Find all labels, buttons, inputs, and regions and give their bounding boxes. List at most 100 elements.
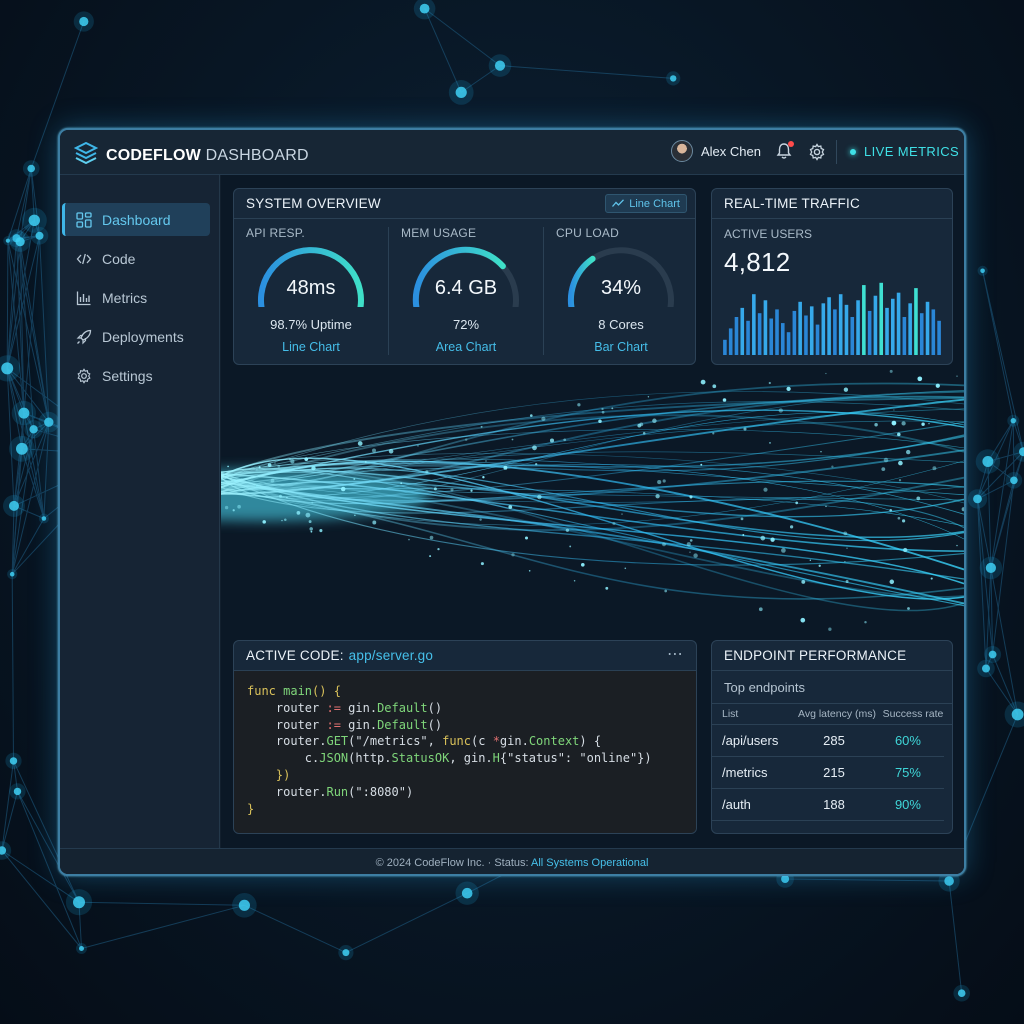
footer-text: © 2024 CodeFlow Inc. · Status:	[375, 857, 529, 869]
traffic-bar	[862, 285, 866, 355]
code-icon	[76, 253, 92, 264]
traffic-bar	[925, 301, 930, 355]
endpoint-success-rate: 90%	[894, 797, 921, 812]
traffic-bar	[827, 297, 831, 355]
traffic-bar	[780, 323, 785, 355]
metric-label: API RESP.	[246, 226, 305, 240]
brand-light: DASHBOARD	[205, 146, 309, 164]
endpoint-path: /auth	[722, 797, 751, 812]
user-name: Alex Chen	[701, 143, 761, 159]
metric-subtext: 8 Cores	[598, 317, 644, 332]
table-row[interactable]: /api/users 285 60%	[712, 725, 944, 757]
metric-chart-link[interactable]: Line Chart	[234, 340, 388, 354]
code-title-prefix: ACTIVE CODE:	[246, 648, 344, 663]
sidebar-item-label: Deployments	[102, 328, 184, 345]
column-header[interactable]: List	[712, 708, 798, 720]
user-menu[interactable]: Alex Chen	[671, 140, 761, 162]
metric-chart-link[interactable]: Bar Chart	[544, 340, 695, 354]
data-flow-visualization	[221, 369, 964, 631]
sidebar: Dashboard Code Metrics Deployments Setti…	[60, 175, 220, 848]
traffic-bar	[809, 306, 814, 355]
footer: © 2024 CodeFlow Inc. · Status: All Syste…	[60, 848, 964, 874]
sidebar-item-label: Dashboard	[102, 211, 171, 228]
traffic-bar	[763, 300, 768, 355]
active-users-label: ACTIVE USERS	[724, 227, 813, 241]
traffic-bar	[879, 282, 884, 355]
traffic-bar	[896, 292, 901, 355]
metric-label: CPU LOAD	[556, 226, 619, 240]
traffic-bar	[850, 317, 855, 355]
notification-dot	[788, 141, 794, 147]
live-metrics-indicator[interactable]: LIVE METRICS	[850, 144, 959, 159]
traffic-bar	[746, 320, 750, 355]
table-row[interactable]: /auth 188 90%	[712, 789, 944, 821]
panel-title: ACTIVE CODE: app/server.go	[234, 641, 696, 671]
table-row[interactable]: /metrics 215 75%	[712, 757, 944, 789]
code-file-name[interactable]: app/server.go	[349, 648, 433, 663]
column-header[interactable]: Success rate	[876, 708, 950, 720]
sidebar-item-metrics[interactable]: Metrics	[62, 281, 210, 314]
traffic-bar	[902, 317, 907, 355]
more-options-icon[interactable]: ⋯	[667, 644, 684, 664]
real-time-traffic-panel: REAL-TIME TRAFFIC ACTIVE USERS 4,812	[711, 188, 953, 365]
system-overview-panel: SYSTEM OVERVIEW Line Chart API RESP. 48m…	[233, 188, 696, 365]
sidebar-item-label: Settings	[102, 367, 153, 384]
bell-icon[interactable]	[775, 141, 794, 165]
metric-subtext: 98.7% Uptime	[270, 317, 352, 332]
traffic-bar	[908, 303, 912, 355]
traffic-bar	[752, 294, 756, 355]
metric-chart-link[interactable]: Area Chart	[389, 340, 543, 354]
gear-icon[interactable]	[808, 143, 826, 166]
sidebar-item-label: Code	[102, 250, 136, 267]
system-status[interactable]: All Systems Operational	[531, 857, 648, 869]
column-header[interactable]: Avg latency (ms)	[798, 708, 876, 720]
traffic-bar	[740, 307, 745, 355]
traffic-bar-chart	[723, 282, 941, 355]
panel-title: ENDPOINT PERFORMANCE	[712, 641, 952, 671]
chart-type-toggle[interactable]: Line Chart	[605, 194, 687, 213]
metric-subtext: 72%	[452, 317, 480, 332]
active-code-panel: ACTIVE CODE: app/server.go ⋯ func main()…	[233, 640, 697, 834]
codeflow-logo-icon	[73, 141, 99, 169]
sidebar-item-dashboard[interactable]: Dashboard	[62, 203, 210, 236]
traffic-bar	[885, 307, 889, 355]
endpoint-path: /api/users	[722, 733, 779, 748]
sidebar-item-code[interactable]: Code	[62, 242, 210, 275]
app-title: CODEFLOW DASHBOARD	[106, 147, 309, 165]
active-users-value: 4,812	[724, 247, 791, 277]
traffic-bar	[728, 328, 733, 355]
metric-memory-usage: MEM USAGE 6.4 GB 72% Area Chart	[389, 219, 543, 364]
traffic-bar	[821, 303, 826, 355]
endpoints-table: List Avg latency (ms) Success rate /api/…	[712, 703, 952, 821]
table-header: List Avg latency (ms) Success rate	[712, 703, 952, 725]
traffic-bar	[769, 318, 774, 355]
traffic-bar	[931, 309, 936, 355]
metric-value: 6.4 GB	[434, 277, 498, 299]
traffic-bar	[833, 309, 837, 355]
sidebar-item-settings[interactable]: Settings	[62, 359, 210, 392]
traffic-bar	[844, 304, 849, 355]
rocket-icon	[76, 329, 92, 344]
endpoint-latency: 285	[823, 733, 845, 748]
endpoints-subtitle: Top endpoints	[724, 680, 805, 695]
code-line: c.JSON(http.StatusOK, gin.H{"status": "o…	[247, 751, 652, 766]
endpoint-success-rate: 60%	[894, 733, 921, 748]
bar-chart-icon	[76, 291, 91, 305]
line-chart-icon	[612, 199, 625, 207]
title-bar: CODEFLOW DASHBOARD Alex Chen LIVE METRIC…	[60, 130, 964, 175]
traffic-bar	[856, 300, 860, 355]
code-line: router := gin.Default()	[247, 700, 443, 715]
code-line: router := gin.Default()	[247, 717, 443, 732]
avatar[interactable]	[671, 140, 693, 162]
brand[interactable]: CODEFLOW DASHBOARD	[73, 141, 309, 169]
traffic-bar	[867, 310, 872, 355]
traffic-bar	[804, 315, 808, 355]
code-editor[interactable]: func main() { router := gin.Default() ro…	[234, 671, 696, 833]
traffic-bar	[786, 332, 791, 355]
sidebar-item-deployments[interactable]: Deployments	[62, 320, 210, 353]
status-dot-icon	[850, 148, 856, 155]
traffic-bar	[914, 288, 918, 355]
traffic-bar	[798, 301, 802, 355]
traffic-bar	[873, 295, 878, 355]
endpoint-success-rate: 75%	[894, 765, 921, 780]
